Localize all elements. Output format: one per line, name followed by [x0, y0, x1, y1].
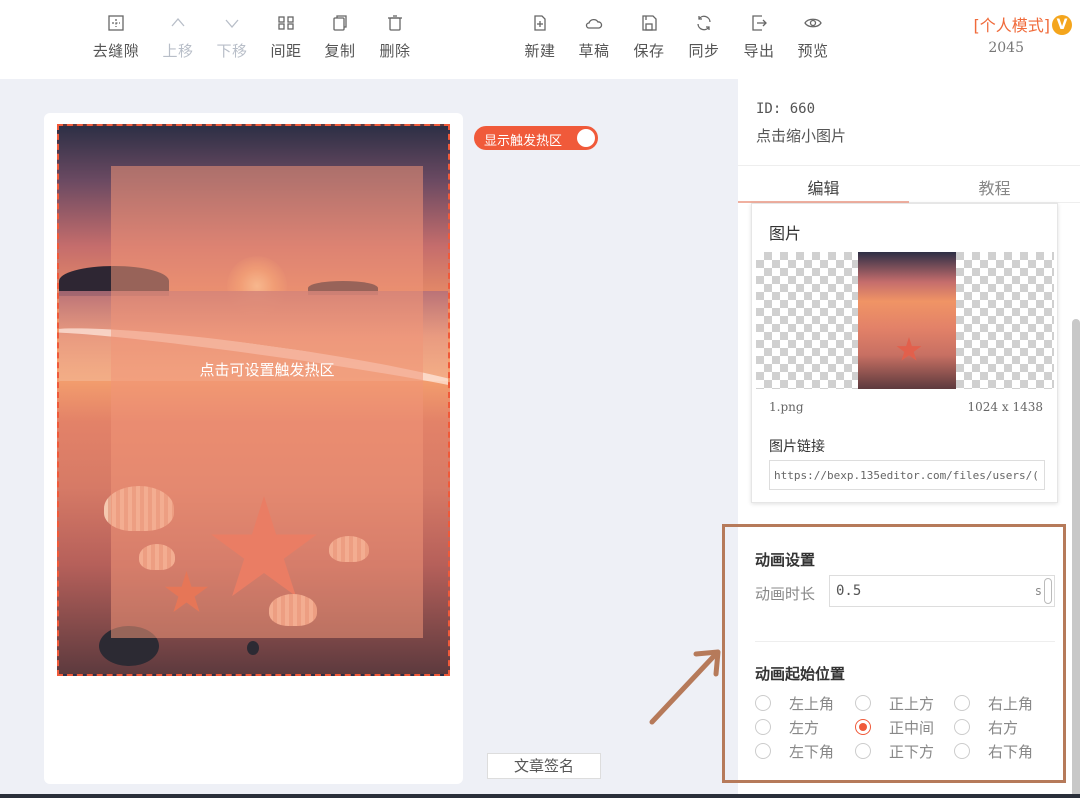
- thumbnail-starfish: [896, 337, 922, 361]
- mode-label: [个人模式]: [973, 16, 1051, 35]
- move-up-label: 上移: [162, 42, 194, 60]
- sync-icon: [697, 15, 711, 31]
- panel-divider: [738, 165, 1080, 166]
- mode-indicator[interactable]: [个人模式] V 2045: [973, 12, 1072, 56]
- show-hotzone-label: 显示触发热区: [484, 134, 563, 149]
- panel-scrollbar[interactable]: [1072, 319, 1080, 798]
- annotation-arrow-icon: [649, 649, 721, 725]
- toggle-knob: [577, 129, 595, 147]
- copy-icon: [333, 15, 347, 31]
- copy-button[interactable]: 复制: [312, 14, 368, 66]
- bottom-edge: [0, 794, 1080, 798]
- mode-count: 2045: [988, 40, 1024, 56]
- image-link-label: 图片链接: [769, 439, 825, 455]
- cloud-icon: [585, 18, 603, 29]
- beach-photo[interactable]: 点击可设置触发热区: [57, 124, 450, 676]
- toolbar: 去缝隙 上移 下移 间距 复制 删除 新建 草稿 保存 同步 导出 预览 [个人…: [0, 0, 1080, 79]
- draft-label: 草稿: [578, 42, 610, 60]
- trash-icon: [388, 15, 402, 31]
- grid-icon: [108, 15, 124, 31]
- element-id: ID: 660: [756, 101, 816, 117]
- delete-button[interactable]: 删除: [367, 14, 423, 66]
- image-card: 图片 1.png 1024 x 1438 图片链接 https://bexp.1…: [751, 203, 1058, 503]
- tab-tutorial[interactable]: 教程: [909, 175, 1080, 199]
- preview-button[interactable]: 预览: [785, 14, 841, 66]
- image-dimensions: 1024 x 1438: [967, 400, 1043, 414]
- move-down-button[interactable]: 下移: [204, 14, 260, 66]
- export-icon: [752, 15, 767, 31]
- new-button[interactable]: 新建: [512, 14, 568, 66]
- save-button[interactable]: 保存: [621, 14, 677, 66]
- move-up-button[interactable]: 上移: [150, 14, 206, 66]
- image-thumbnail[interactable]: [858, 252, 956, 389]
- spacing-icon: [278, 16, 294, 30]
- article-signature-button[interactable]: 文章签名: [487, 753, 601, 779]
- remove-gap-button[interactable]: 去缝隙: [88, 14, 144, 66]
- preview-label: 预览: [797, 42, 829, 60]
- vip-badge-icon: V: [1052, 15, 1072, 35]
- spacing-label: 间距: [270, 42, 302, 60]
- export-label: 导出: [743, 42, 775, 60]
- move-down-label: 下移: [216, 42, 248, 60]
- image-link-input[interactable]: https://bexp.135editor.com/files/users/(: [769, 460, 1045, 490]
- image-section-title: 图片: [769, 224, 802, 243]
- spacing-button[interactable]: 间距: [258, 14, 314, 66]
- show-hotzone-toggle[interactable]: 显示触发热区: [474, 126, 598, 150]
- save-icon: [642, 15, 657, 31]
- draft-button[interactable]: 草稿: [566, 14, 622, 66]
- new-label: 新建: [524, 42, 556, 60]
- chevron-down-icon: [225, 19, 239, 28]
- shrink-image-link[interactable]: 点击缩小图片: [756, 125, 846, 146]
- sync-label: 同步: [688, 42, 720, 60]
- save-label: 保存: [633, 42, 665, 60]
- copy-label: 复制: [324, 42, 356, 60]
- hotzone-label[interactable]: 点击可设置触发热区: [199, 359, 334, 380]
- tab-edit[interactable]: 编辑: [738, 175, 909, 199]
- sync-button[interactable]: 同步: [676, 14, 732, 66]
- image-preview-background: [756, 252, 1054, 389]
- hotzone-area[interactable]: 点击可设置触发热区: [111, 166, 423, 638]
- eye-icon: [804, 18, 822, 28]
- remove-gap-label: 去缝隙: [92, 42, 140, 60]
- new-file-icon: [534, 15, 546, 31]
- highlight-box: [722, 524, 1066, 783]
- image-filename: 1.png: [769, 400, 804, 414]
- delete-label: 删除: [379, 42, 411, 60]
- image-meta: 1.png 1024 x 1438: [769, 400, 1043, 414]
- export-button[interactable]: 导出: [731, 14, 787, 66]
- photo-stone: [247, 641, 259, 655]
- chevron-up-icon: [171, 18, 185, 27]
